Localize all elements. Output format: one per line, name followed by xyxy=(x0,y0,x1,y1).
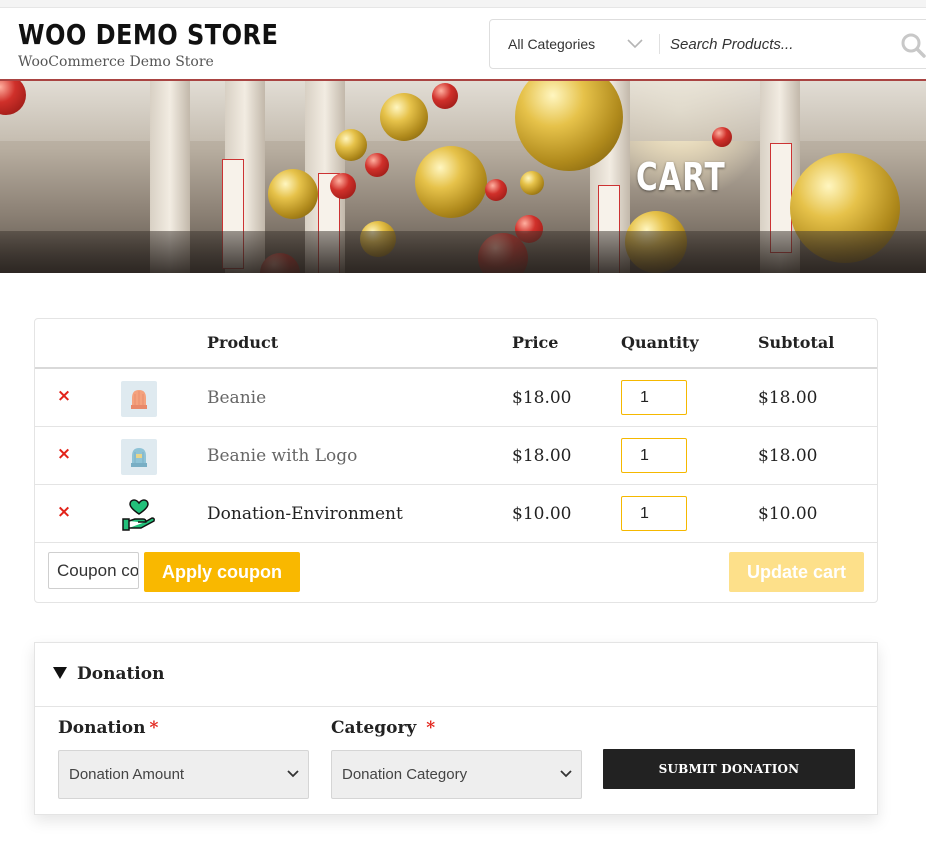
product-price: $10.00 xyxy=(512,504,572,524)
hero-ornament xyxy=(268,169,318,219)
beanie-with-logo-thumbnail[interactable] xyxy=(121,439,157,475)
site-header: WOO DEMO STORE WooCommerce Demo Store Al… xyxy=(0,8,926,81)
donation-amount-select-value: Donation Amount xyxy=(69,766,185,783)
product-price: $18.00 xyxy=(512,388,572,408)
chevron-down-icon xyxy=(626,34,644,52)
hero-ornament xyxy=(365,153,389,177)
search-divider xyxy=(659,34,660,54)
hero-ornament xyxy=(415,146,487,218)
category-select-value: All Categories xyxy=(508,36,596,52)
beanie-thumbnail[interactable] xyxy=(121,381,157,417)
hero-ornament xyxy=(330,173,356,199)
update-cart-button[interactable]: Update cart xyxy=(729,552,864,592)
cart-table-header: Product Price Quantity Subtotal xyxy=(35,319,877,369)
coupon-code-input[interactable] xyxy=(48,552,139,589)
remove-item-icon[interactable]: × xyxy=(55,387,73,405)
remove-item-icon[interactable]: × xyxy=(55,445,73,463)
donation-category-label: Category * xyxy=(331,718,435,738)
product-subtotal: $18.00 xyxy=(758,388,818,408)
product-link[interactable]: Beanie with Logo xyxy=(207,446,357,466)
hero-ornament xyxy=(380,93,428,141)
hero-ornament xyxy=(520,171,544,195)
chevron-down-icon xyxy=(559,766,573,780)
cart-table: Product Price Quantity Subtotal × Beanie… xyxy=(34,318,878,603)
column-header-price: Price xyxy=(512,333,559,352)
hero-ornament xyxy=(335,129,367,161)
quantity-input[interactable] xyxy=(621,380,687,415)
donation-amount-label-text: Donation xyxy=(58,718,146,738)
product-subtotal: $18.00 xyxy=(758,446,818,466)
required-mark: * xyxy=(426,718,436,738)
donation-category-label-text: Category xyxy=(331,718,417,738)
cart-actions: Apply coupon Update cart xyxy=(35,543,877,603)
search-input[interactable] xyxy=(670,28,890,60)
submit-donation-button[interactable]: SUBMIT DONATION xyxy=(603,749,855,789)
product-subtotal: $10.00 xyxy=(758,504,818,524)
product-search-form: All Categories xyxy=(489,19,926,69)
table-row: × Donation-Environment $10.00 $10.00 xyxy=(35,485,877,543)
product-name: Donation-Environment xyxy=(207,504,403,524)
column-header-quantity: Quantity xyxy=(621,333,699,352)
hero-ornament xyxy=(432,83,458,109)
column-header-product: Product xyxy=(207,333,279,352)
required-mark: * xyxy=(149,718,159,738)
table-row: × Beanie with Logo $18.00 $18.00 xyxy=(35,427,877,485)
quantity-input[interactable] xyxy=(621,496,687,531)
quantity-input[interactable] xyxy=(621,438,687,473)
donation-category-select-value: Donation Category xyxy=(342,766,468,783)
product-price: $18.00 xyxy=(512,446,572,466)
product-link[interactable]: Beanie xyxy=(207,388,266,408)
donation-section-title: Donation xyxy=(77,664,165,684)
chevron-down-icon xyxy=(286,766,300,780)
apply-coupon-button[interactable]: Apply coupon xyxy=(144,552,300,592)
donation-panel: Donation Donation * Category * Donation Am… xyxy=(34,642,878,815)
cart-hero-banner: CART xyxy=(0,81,926,273)
site-title[interactable]: WOO DEMO STORE xyxy=(18,18,278,51)
donation-section-toggle[interactable]: Donation xyxy=(35,643,877,707)
search-icon[interactable] xyxy=(900,32,926,58)
page-title: CART xyxy=(636,155,726,199)
site-tagline: WooCommerce Demo Store xyxy=(18,54,214,70)
triangle-down-icon xyxy=(53,665,67,683)
donation-heart-hand-icon[interactable] xyxy=(121,497,157,533)
column-header-subtotal: Subtotal xyxy=(758,333,835,352)
donation-category-select[interactable]: Donation Category xyxy=(331,750,582,799)
top-strip xyxy=(0,0,926,8)
hero-ornament xyxy=(485,179,507,201)
hero-floor xyxy=(0,231,926,273)
table-row: × Beanie $18.00 $18.00 xyxy=(35,369,877,427)
donation-amount-label: Donation * xyxy=(58,718,158,738)
hero-ornament xyxy=(712,127,732,147)
donation-amount-select[interactable]: Donation Amount xyxy=(58,750,309,799)
remove-item-icon[interactable]: × xyxy=(55,503,73,521)
